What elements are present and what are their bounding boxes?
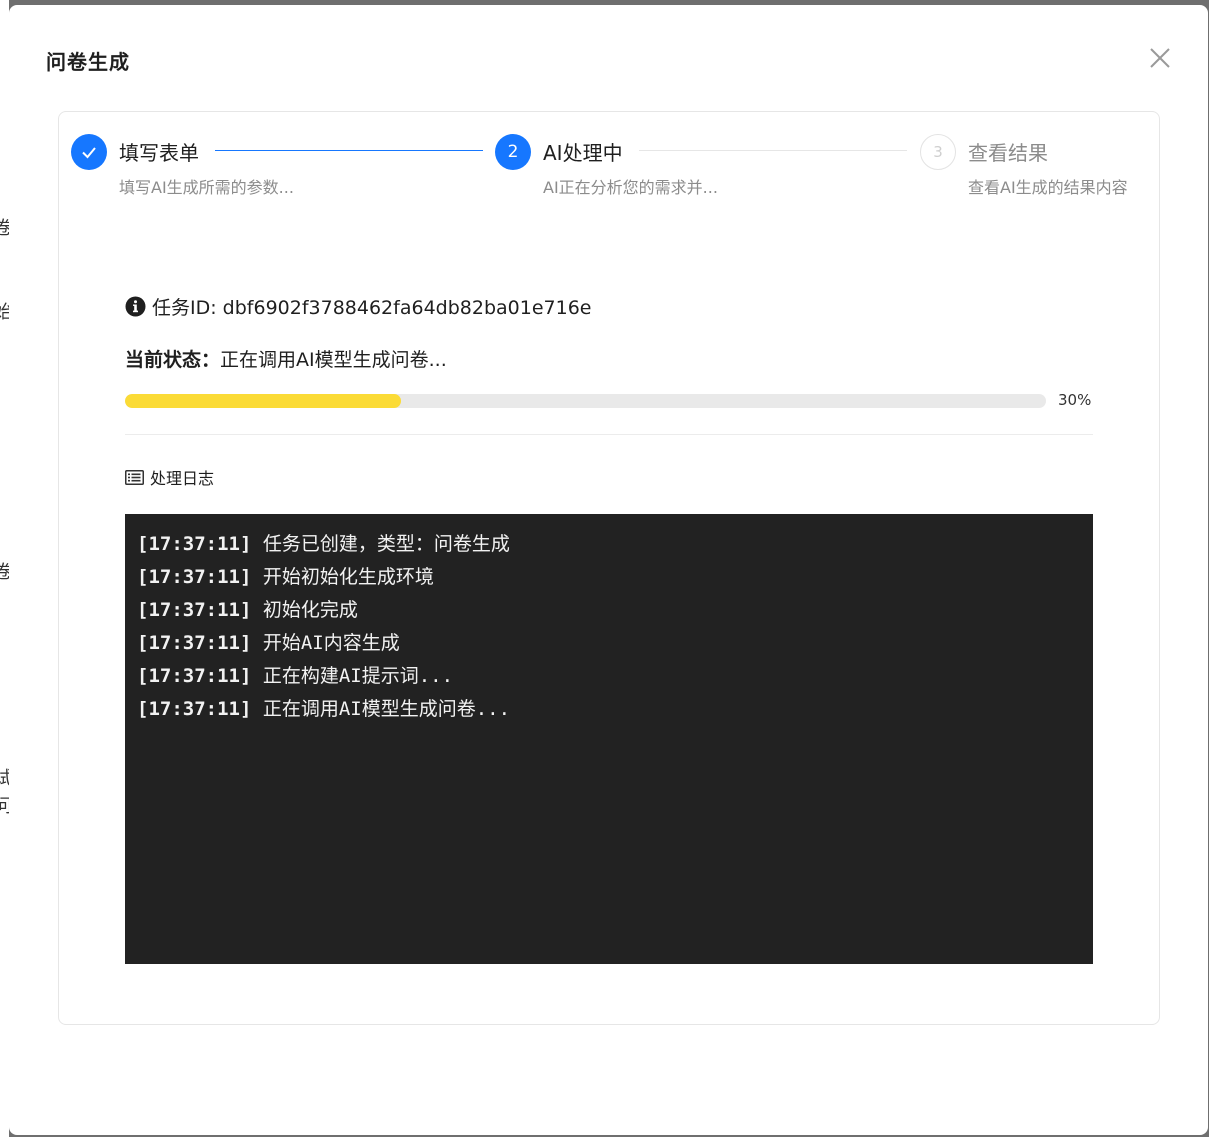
step-fill-form: 填写表单 填写AI生成所需的参数... [71,134,491,204]
step-connector-done [215,150,483,151]
step-circle-finished [71,134,107,170]
log-timestamp: [17:37:11] [137,632,252,654]
log-timestamp: [17:37:11] [137,566,252,588]
content-card: 填写表单 填写AI生成所需的参数... 2 AI处理中 AI正在分析您的需求并.… [58,111,1160,1025]
log-entry: [17:37:11] 正在构建AI提示词... [137,660,1081,693]
task-id-row: 任务ID: dbf6902f3788462fa64db82ba01e716e [125,293,591,320]
status-value: 正在调用AI模型生成问卷... [220,349,447,371]
step-view-result: 3 查看结果 查看AI生成的结果内容 [920,134,1150,204]
step-description: 填写AI生成所需的参数... [119,178,294,197]
progress-percent: 30% [1058,391,1092,409]
step-title: AI处理中 [543,141,623,165]
step-circle-active: 2 [495,134,531,170]
log-message: 初始化完成 [262,599,358,621]
step-title: 查看结果 [968,141,1048,165]
log-entry: [17:37:11] 初始化完成 [137,594,1081,627]
log-console[interactable]: [17:37:11] 任务已创建，类型：问卷生成 [17:37:11] 开始初始化… [125,514,1093,964]
step-title: 填写表单 [119,141,199,165]
list-icon [125,469,144,485]
modal-title: 问卷生成 [46,50,130,74]
current-status: 当前状态：正在调用AI模型生成问卷... [125,345,447,372]
log-title: 处理日志 [125,465,214,489]
log-timestamp: [17:37:11] [137,599,252,621]
log-timestamp: [17:37:11] [137,665,252,687]
log-entry: [17:37:11] 任务已创建，类型：问卷生成 [137,528,1081,561]
log-message: 开始初始化生成环境 [262,566,434,588]
background-page: 卷 始 卷 试 问 [0,0,12,1137]
progress-bar-fill [125,394,402,408]
step-circle-waiting: 3 [920,134,956,170]
log-message: 正在调用AI模型生成问卷... [262,698,511,720]
log-entry: [17:37:11] 开始AI内容生成 [137,627,1081,660]
status-label: 当前状态： [125,349,221,371]
step-ai-processing: 2 AI处理中 AI正在分析您的需求并... [495,134,915,204]
close-button[interactable] [1147,45,1173,71]
step-description: AI正在分析您的需求并... [543,178,718,197]
progress-bar [125,394,1046,408]
log-message: 任务已创建，类型：问卷生成 [262,533,510,555]
log-timestamp: [17:37:11] [137,533,252,555]
divider [125,434,1093,435]
task-id-text: 任务ID: dbf6902f3788462fa64db82ba01e716e [152,297,592,319]
step-connector-pending [639,150,907,151]
modal-dialog: 问卷生成 填写表单 填写AI生成所需的参数... 2 AI处理中 AI正在分析您… [9,5,1208,1135]
info-circle-icon [125,296,146,317]
log-title-text: 处理日志 [150,469,215,488]
log-message: 正在构建AI提示词... [262,665,454,687]
step-description: 查看AI生成的结果内容 [968,178,1128,197]
log-entry: [17:37:11] 正在调用AI模型生成问卷... [137,693,1081,726]
check-icon [82,147,96,159]
log-entry: [17:37:11] 开始初始化生成环境 [137,561,1081,594]
log-timestamp: [17:37:11] [137,698,252,720]
close-icon [1150,48,1170,68]
log-message: 开始AI内容生成 [262,632,400,654]
